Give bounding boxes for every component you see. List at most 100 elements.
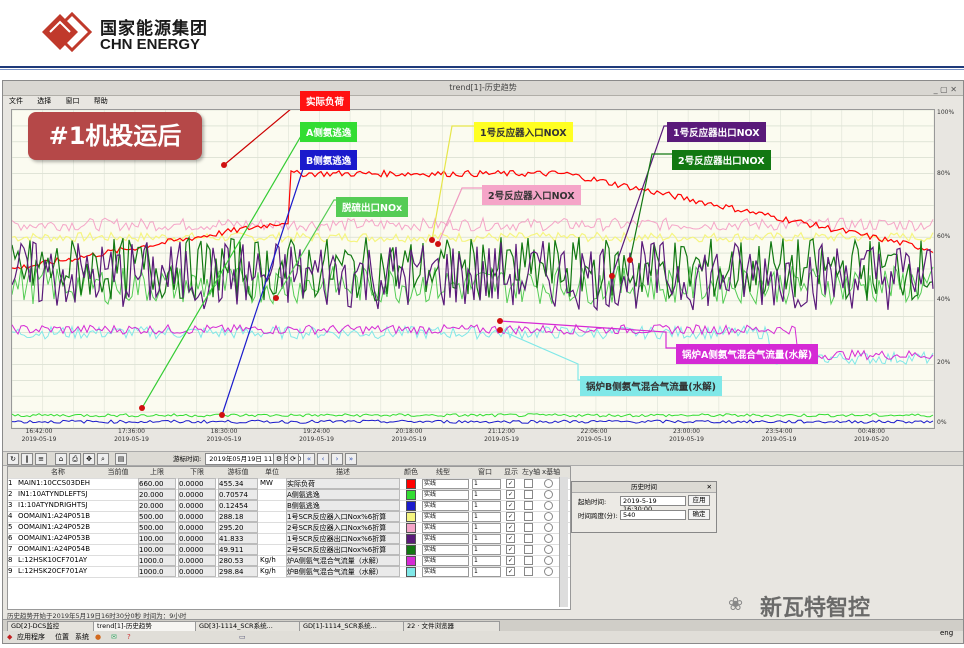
- column-header[interactable]: 描述: [286, 467, 400, 478]
- cell-upper[interactable]: 20.000: [138, 500, 176, 511]
- left-y-checkbox[interactable]: [524, 523, 533, 532]
- left-y-checkbox[interactable]: [524, 512, 533, 521]
- x-axis-radio[interactable]: [544, 501, 553, 510]
- cell-cursor[interactable]: 0.70574: [218, 489, 258, 500]
- close-icon[interactable]: ✕: [707, 482, 712, 492]
- color-swatch[interactable]: [406, 479, 416, 489]
- color-swatch[interactable]: [406, 501, 416, 511]
- table-row[interactable]: 4 OOMAIN1:A24P051B 500.00 0.0000 288.18 1号SCR…: [8, 511, 570, 523]
- show-checkbox[interactable]: ✓: [506, 501, 515, 510]
- browser-icon[interactable]: ●: [95, 631, 101, 643]
- cell-lower[interactable]: 0.0000: [178, 511, 216, 522]
- show-checkbox[interactable]: ✓: [506, 512, 515, 521]
- left-y-checkbox[interactable]: [524, 534, 533, 543]
- menu-select[interactable]: 选择: [37, 97, 51, 105]
- column-header[interactable]: 窗口: [478, 467, 492, 478]
- refresh-icon[interactable]: ↻: [7, 453, 19, 465]
- cell-desc[interactable]: A侧氨逃逸: [286, 489, 400, 500]
- x-axis-radio[interactable]: [544, 556, 553, 565]
- window-select[interactable]: 1: [472, 545, 501, 555]
- span-input[interactable]: 540: [620, 510, 686, 520]
- table-row[interactable]: 3 I1:10ATYNDRIGHTSJ 20.000 0.0000 0.12454 B侧氨…: [8, 500, 570, 512]
- show-checkbox[interactable]: ✓: [506, 490, 515, 499]
- settings-icon[interactable]: ⚙: [273, 453, 285, 465]
- cell-lower[interactable]: 0.0000: [178, 489, 216, 500]
- color-swatch[interactable]: [406, 534, 416, 544]
- show-checkbox[interactable]: ✓: [506, 523, 515, 532]
- show-checkbox[interactable]: ✓: [506, 534, 515, 543]
- cell-lower[interactable]: 0.0000: [178, 544, 216, 555]
- show-checkbox[interactable]: ✓: [506, 567, 515, 576]
- linetype-select[interactable]: 实线: [422, 523, 469, 533]
- linetype-select[interactable]: 实线: [422, 556, 469, 566]
- home-icon[interactable]: ⌂: [55, 453, 67, 465]
- x-axis-radio[interactable]: [544, 490, 553, 499]
- menu-system[interactable]: 系统: [75, 631, 89, 643]
- window-select[interactable]: 1: [472, 512, 501, 522]
- cell-desc[interactable]: 1号SCR反应器入口Nox%6折算: [286, 511, 400, 522]
- apply-button[interactable]: 应用: [688, 495, 710, 506]
- table-row[interactable]: 1 MAIN1:10CCS03DEH 660.00 0.0000 455.34 MW 实际负…: [8, 478, 570, 490]
- dialog-title[interactable]: 历史时间 ✕: [572, 482, 716, 493]
- cell-upper[interactable]: 500.00: [138, 511, 176, 522]
- table-scrollbar[interactable]: [559, 477, 568, 607]
- window-controls[interactable]: _ ▢ ✕: [934, 83, 957, 97]
- left-y-checkbox[interactable]: [524, 545, 533, 554]
- cell-upper[interactable]: 20.000: [138, 489, 176, 500]
- menu-help[interactable]: 帮助: [94, 97, 108, 105]
- cell-cursor[interactable]: 295.20: [218, 522, 258, 533]
- print-icon[interactable]: ⎙: [69, 453, 81, 465]
- cell-upper[interactable]: 100.00: [138, 533, 176, 544]
- cell-desc[interactable]: 实际负荷: [286, 478, 400, 489]
- table-row[interactable]: 2 IN1:10ATYNDLEFTSJ 20.000 0.0000 0.70574 A侧氨…: [8, 489, 570, 501]
- show-checkbox[interactable]: ✓: [506, 479, 515, 488]
- menu-window[interactable]: 窗口: [65, 97, 79, 105]
- column-header[interactable]: 上限: [138, 467, 176, 478]
- window-titlebar[interactable]: trend[1]-历史趋势 _ ▢ ✕: [3, 81, 963, 96]
- table-row[interactable]: 9 L:12HSK20CF701AY 1000.0 0.0000 298.84 Kg/h 炉…: [8, 566, 570, 578]
- left-y-checkbox[interactable]: [524, 567, 533, 576]
- menu-places[interactable]: 位置: [55, 631, 69, 643]
- cell-upper[interactable]: 500.00: [138, 522, 176, 533]
- list-icon[interactable]: ≡: [35, 453, 47, 465]
- prev-icon[interactable]: ‹: [317, 453, 329, 465]
- cell-cursor[interactable]: 455.34: [218, 478, 258, 489]
- left-y-checkbox[interactable]: [524, 556, 533, 565]
- color-swatch[interactable]: [406, 512, 416, 522]
- cell-cursor[interactable]: 288.18: [218, 511, 258, 522]
- left-y-checkbox[interactable]: [524, 501, 533, 510]
- column-header[interactable]: 左y轴: [522, 467, 540, 478]
- cell-lower[interactable]: 0.0000: [178, 533, 216, 544]
- cell-cursor[interactable]: 298.84: [218, 566, 258, 577]
- color-swatch[interactable]: [406, 556, 416, 566]
- help-icon[interactable]: ?: [127, 631, 131, 643]
- cell-upper[interactable]: 1000.0: [138, 555, 176, 566]
- cell-lower[interactable]: 0.0000: [178, 478, 216, 489]
- x-axis-radio[interactable]: [544, 512, 553, 521]
- x-axis-radio[interactable]: [544, 523, 553, 532]
- column-header[interactable]: 名称: [18, 467, 98, 478]
- sync-icon[interactable]: ⟳: [287, 453, 299, 465]
- cell-lower[interactable]: 0.0000: [178, 500, 216, 511]
- ok-button[interactable]: 确定: [688, 509, 710, 520]
- column-header[interactable]: x基轴: [542, 467, 560, 478]
- window-select[interactable]: 1: [472, 567, 501, 577]
- window-select[interactable]: 1: [472, 523, 501, 533]
- x-axis-radio[interactable]: [544, 545, 553, 554]
- next-icon[interactable]: ›: [331, 453, 343, 465]
- first-icon[interactable]: «: [303, 453, 315, 465]
- cell-cursor[interactable]: 41.833: [218, 533, 258, 544]
- cell-upper[interactable]: 100.00: [138, 544, 176, 555]
- cell-cursor[interactable]: 280.53: [218, 555, 258, 566]
- color-swatch[interactable]: [406, 545, 416, 555]
- table-row[interactable]: 6 OOMAIN1:A24P053B 100.00 0.0000 41.833 1号SCR…: [8, 533, 570, 545]
- zoom-icon[interactable]: ⌕: [97, 453, 109, 465]
- x-axis-radio[interactable]: [544, 479, 553, 488]
- linetype-select[interactable]: 实线: [422, 512, 469, 522]
- last-icon[interactable]: »: [345, 453, 357, 465]
- cell-desc[interactable]: 1号SCR反应器出口Nox%6折算: [286, 533, 400, 544]
- cell-desc[interactable]: B侧氨逃逸: [286, 500, 400, 511]
- cell-cursor[interactable]: 0.12454: [218, 500, 258, 511]
- menu-apps[interactable]: 应用程序: [17, 631, 45, 643]
- window-select[interactable]: 1: [472, 534, 501, 544]
